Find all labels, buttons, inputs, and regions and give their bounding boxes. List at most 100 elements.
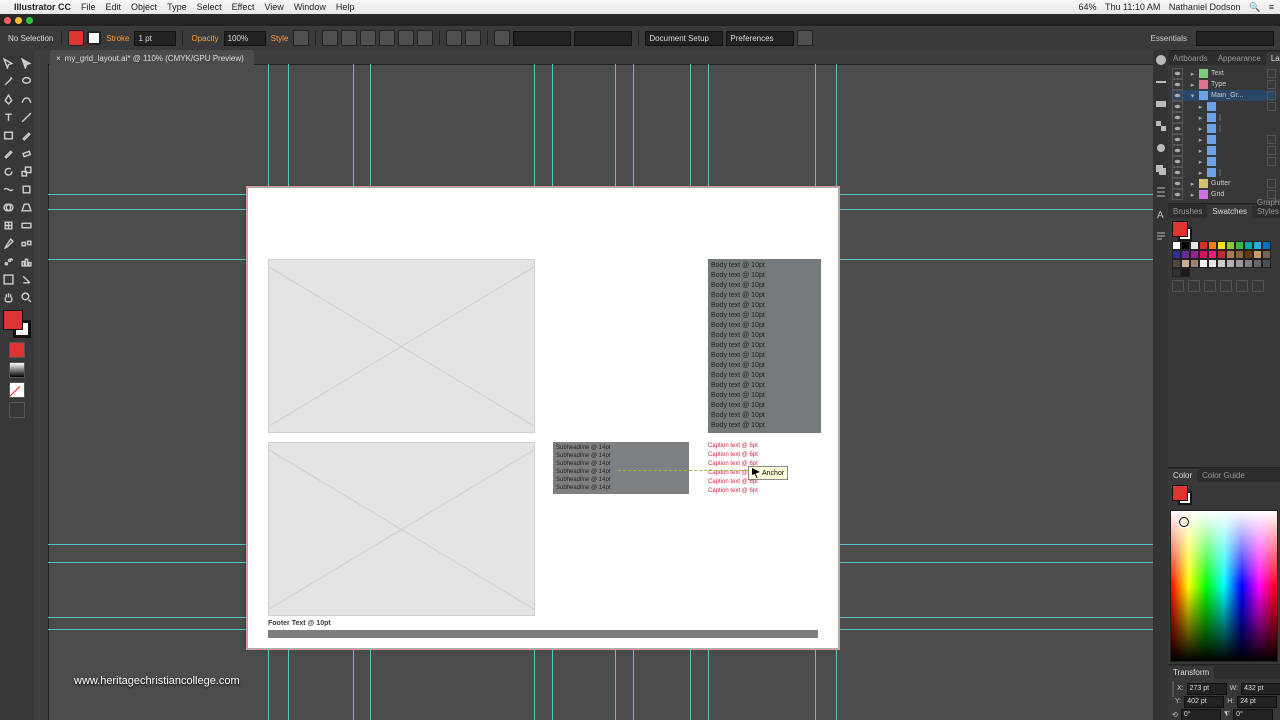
swatch[interactable] [1235, 259, 1244, 268]
new-swatch-group-icon[interactable] [1220, 280, 1232, 292]
graphic-style-picker[interactable] [293, 30, 309, 46]
artboard[interactable]: Body text @ 10ptBody text @ 10ptBody tex… [248, 188, 838, 648]
align-left-icon[interactable] [322, 30, 338, 46]
stroke-swatch[interactable] [87, 31, 101, 45]
swatch[interactable] [1244, 259, 1253, 268]
align-bottom-icon[interactable] [417, 30, 433, 46]
spotlight-icon[interactable]: 🔍 [1249, 2, 1260, 12]
hand-tool[interactable] [0, 288, 17, 306]
perspective-tool[interactable] [17, 198, 35, 216]
disclosure-triangle-icon[interactable]: ▸ [1189, 81, 1196, 89]
body-text-frame[interactable]: Body text @ 10ptBody text @ 10ptBody tex… [708, 259, 821, 433]
close-tab-icon[interactable]: × [56, 54, 61, 63]
disclosure-triangle-icon[interactable]: ▸ [1197, 125, 1204, 133]
swatch[interactable] [1181, 250, 1190, 259]
swatch[interactable] [1226, 241, 1235, 250]
color-panel-icon[interactable] [1155, 54, 1167, 66]
width-tool[interactable] [0, 180, 17, 198]
selection-tool[interactable] [0, 54, 17, 72]
swatch[interactable] [1235, 241, 1244, 250]
visibility-toggle-icon[interactable] [1172, 145, 1183, 156]
app-menu[interactable]: Illustrator CC [14, 2, 71, 12]
layer-target-icon[interactable] [1219, 169, 1221, 176]
paintbrush-tool[interactable] [17, 126, 35, 144]
disclosure-triangle-icon[interactable]: ▸ [1197, 158, 1204, 166]
layer-name[interactable]: Gutter [1211, 180, 1264, 187]
disclosure-triangle-icon[interactable]: ▾ [1189, 92, 1196, 100]
ruler-vertical[interactable] [34, 64, 49, 720]
transform-rotate-input[interactable] [1181, 709, 1221, 720]
transparency-panel-icon[interactable] [1155, 120, 1167, 132]
symbol-sprayer-tool[interactable] [0, 252, 17, 270]
opacity-input[interactable] [224, 31, 266, 46]
color-fill-stroke[interactable] [1172, 485, 1192, 505]
swatch[interactable] [1172, 241, 1181, 250]
blend-tool[interactable] [17, 234, 35, 252]
align-vcenter-icon[interactable] [398, 30, 414, 46]
swatch[interactable] [1199, 250, 1208, 259]
footer-rule[interactable] [268, 630, 818, 638]
color-spectrum[interactable] [1170, 510, 1278, 662]
reference-point-picker[interactable] [1172, 681, 1174, 697]
layer-target-icon[interactable] [1267, 91, 1276, 100]
visibility-toggle-icon[interactable] [1172, 123, 1183, 134]
menu-select[interactable]: Select [197, 2, 222, 12]
gradient-mode[interactable] [9, 362, 25, 378]
footer-text[interactable]: Footer Text @ 10pt [268, 620, 331, 627]
menu-effect[interactable]: Effect [232, 2, 255, 12]
layer-target-icon[interactable] [1267, 69, 1276, 78]
docsetup-button[interactable] [645, 31, 723, 46]
tab-color[interactable]: Color [1168, 469, 1197, 482]
swatch[interactable] [1199, 241, 1208, 250]
visibility-toggle-icon[interactable] [1172, 167, 1183, 178]
swatch[interactable] [1262, 241, 1271, 250]
window-close[interactable] [4, 17, 11, 24]
visibility-toggle-icon[interactable] [1172, 178, 1183, 189]
ruler-origin[interactable] [34, 50, 49, 65]
layer-row[interactable]: ▸Gutter [1172, 178, 1276, 189]
swatch[interactable] [1208, 250, 1217, 259]
swatch[interactable] [1244, 241, 1253, 250]
swatch[interactable] [1226, 259, 1235, 268]
y-input[interactable] [574, 31, 632, 46]
swatch[interactable] [1181, 268, 1190, 277]
menu-help[interactable]: Help [336, 2, 355, 12]
swatch[interactable] [1181, 241, 1190, 250]
align-top-icon[interactable] [379, 30, 395, 46]
delete-swatch-icon[interactable] [1252, 280, 1264, 292]
type-tool[interactable] [0, 108, 17, 126]
transform-y-input[interactable] [1184, 696, 1224, 708]
pathfinder-panel-icon[interactable] [1155, 164, 1167, 176]
layer-name[interactable]: Main_Gr... [1211, 92, 1264, 99]
transform-x-input[interactable] [1187, 683, 1227, 695]
disclosure-triangle-icon[interactable]: ▸ [1189, 70, 1196, 78]
new-swatch-icon[interactable] [1236, 280, 1248, 292]
color-mode[interactable] [9, 342, 25, 358]
layer-row[interactable]: ▸ [1172, 123, 1276, 134]
visibility-toggle-icon[interactable] [1172, 156, 1183, 167]
layer-row[interactable]: ▸Text [1172, 68, 1276, 79]
visibility-toggle-icon[interactable] [1172, 90, 1183, 101]
menu-file[interactable]: File [81, 2, 96, 12]
swatch[interactable] [1235, 250, 1244, 259]
window-zoom[interactable] [26, 17, 33, 24]
subheadline-frame[interactable]: Subheadline @ 14ptSubheadline @ 14pt Sub… [553, 442, 689, 494]
swatch[interactable] [1262, 250, 1271, 259]
artboard-tool[interactable] [0, 270, 17, 288]
disclosure-triangle-icon[interactable]: ▸ [1197, 136, 1204, 144]
document-tab[interactable]: × my_grid_layout.ai* @ 110% (CMYK/GPU Pr… [50, 50, 254, 65]
visibility-toggle-icon[interactable] [1172, 112, 1183, 123]
align-hcenter-icon[interactable] [341, 30, 357, 46]
fill-stroke-control[interactable] [3, 310, 31, 338]
swatch[interactable] [1199, 259, 1208, 268]
x-input[interactable] [513, 31, 571, 46]
layer-target-icon[interactable] [1267, 135, 1276, 144]
shape-builder-tool[interactable] [0, 198, 17, 216]
swatch[interactable] [1217, 241, 1226, 250]
tab-layers[interactable]: Layers [1266, 52, 1280, 65]
rotate-tool[interactable] [0, 162, 17, 180]
curvature-tool[interactable] [17, 90, 35, 108]
column-graph-tool[interactable] [17, 252, 35, 270]
layer-target-icon[interactable] [1267, 146, 1276, 155]
char-panel-icon[interactable]: A [1155, 208, 1167, 220]
